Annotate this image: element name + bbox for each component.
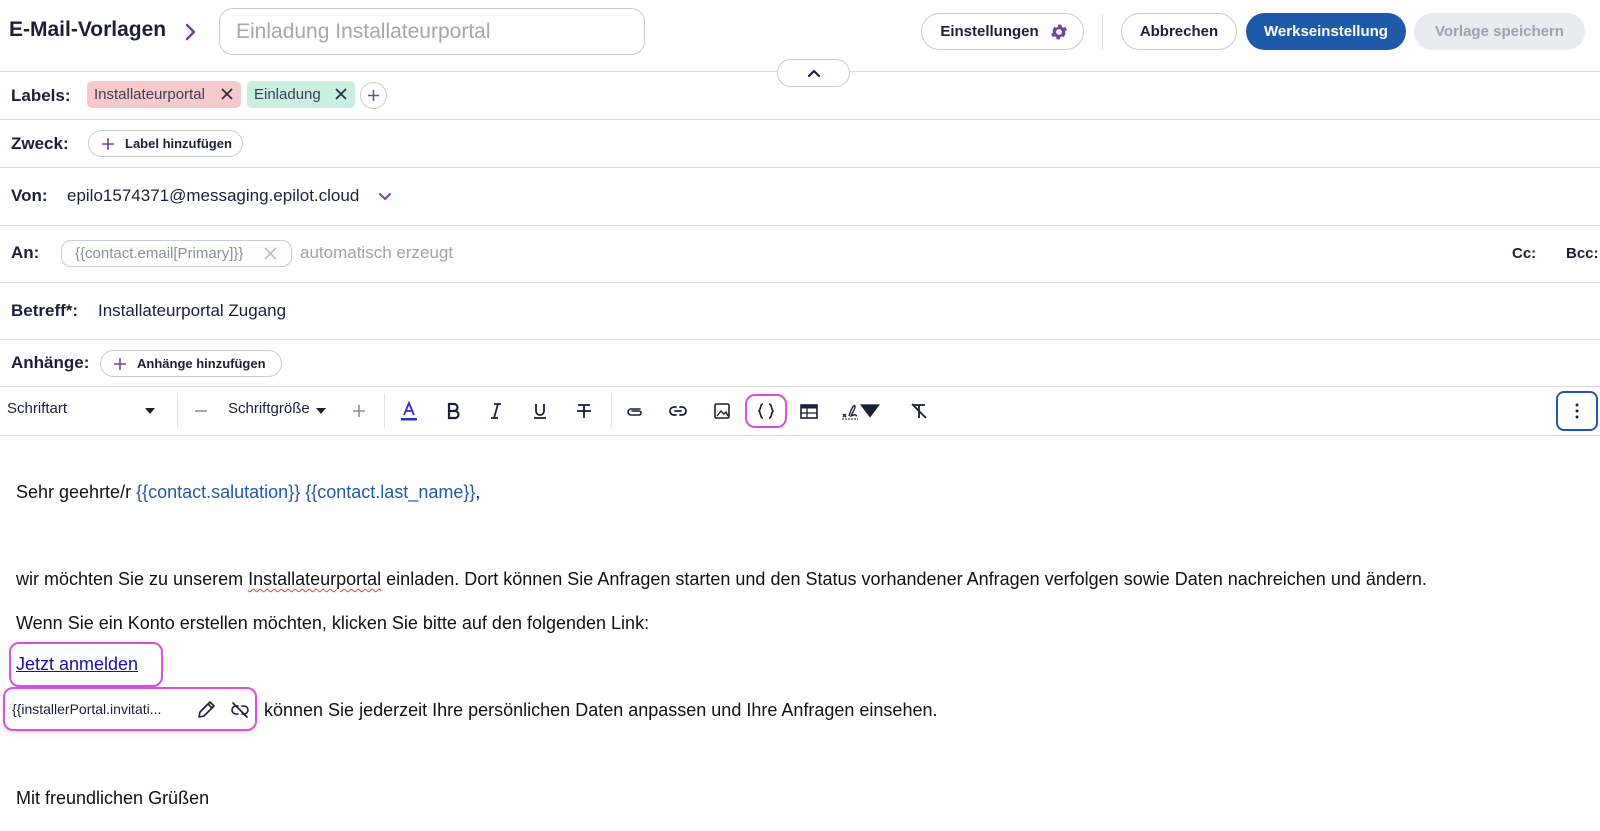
bcc-toggle[interactable]: Bcc: <box>1566 245 1599 262</box>
minus-icon <box>195 410 207 412</box>
add-attachment-text: Anhänge hinzufügen <box>137 356 266 371</box>
plus-icon <box>114 358 126 370</box>
underline-icon <box>534 404 546 419</box>
more-options-button[interactable] <box>1556 391 1598 431</box>
collapse-header-button[interactable] <box>777 59 850 87</box>
signature-button[interactable] <box>838 396 882 426</box>
recipient-chip: {{contact.email[Primary]}} <box>61 240 292 267</box>
link-icon <box>669 406 687 416</box>
signup-link[interactable]: Jetzt anmelden <box>16 654 138 675</box>
subject-input[interactable]: Installateurportal Zugang <box>98 301 286 321</box>
cc-toggle[interactable]: Cc: <box>1512 245 1536 262</box>
clear-format-icon <box>911 403 927 419</box>
font-size-label: Schriftgröße <box>228 400 310 417</box>
more-vertical-icon <box>1575 403 1579 419</box>
labels-label: Labels: <box>11 86 71 105</box>
insert-variable-button[interactable] <box>745 394 787 428</box>
template-name-input[interactable] <box>219 8 645 55</box>
paragraph-1-end: einladen. Dort können Sie Anfragen start… <box>381 569 1427 589</box>
paragraph-2[interactable]: Wenn Sie ein Konto erstellen möchten, kl… <box>16 613 649 634</box>
add-label-button[interactable] <box>360 82 387 109</box>
attachments-label: Anhänge: <box>11 353 90 372</box>
label-chip-installateurportal: Installateurportal <box>87 81 241 108</box>
recipient-chip-label: {{contact.email[Primary]}} <box>75 245 244 262</box>
from-label: Von: <box>11 186 48 205</box>
image-icon <box>714 403 730 419</box>
cancel-button[interactable]: Abbrechen <box>1121 13 1237 50</box>
insert-link-button[interactable] <box>662 396 694 426</box>
greeting-line[interactable]: Sehr geehrte/r {{contact.salutation}} {{… <box>16 482 480 503</box>
bold-button[interactable] <box>437 396 469 426</box>
greeting-suffix: , <box>475 482 481 502</box>
factory-default-button[interactable]: Werkseinstellung <box>1246 13 1406 50</box>
table-icon <box>800 404 818 419</box>
strikethrough-icon <box>577 404 591 418</box>
recipient-hint[interactable]: automatisch erzeugt <box>300 243 453 263</box>
chip-label: Einladung <box>254 86 321 103</box>
strikethrough-button[interactable] <box>568 396 600 426</box>
add-purpose-label-button[interactable]: Label hinzufügen <box>88 130 243 157</box>
toolbar-divider <box>384 394 385 428</box>
bold-icon <box>447 402 460 420</box>
caret-down-icon <box>860 404 880 418</box>
insert-image-button[interactable] <box>706 396 738 426</box>
font-family-select[interactable]: Schriftart <box>7 400 67 417</box>
insert-table-button[interactable] <box>793 396 825 426</box>
settings-button[interactable]: Einstellungen <box>921 13 1084 50</box>
caret-down-icon <box>145 408 155 414</box>
caret-down-icon <box>316 408 326 414</box>
add-attachment-button[interactable]: Anhänge hinzufügen <box>100 350 282 377</box>
increase-font-size-button[interactable] <box>343 396 375 426</box>
italic-button[interactable] <box>480 396 512 426</box>
paragraph-1[interactable]: wir möchten Sie zu unserem Installateurp… <box>16 569 1427 590</box>
label-chip-einladung: Einladung <box>247 81 355 108</box>
paragraph-1-start: wir möchten Sie zu unserem <box>16 569 249 589</box>
chip-label: Installateurportal <box>94 86 205 103</box>
add-purpose-label-text: Label hinzufügen <box>125 136 232 151</box>
chevron-down-icon[interactable] <box>378 192 392 202</box>
gear-icon <box>1051 24 1067 40</box>
greeting-prefix: Sehr geehrte/r <box>16 482 137 502</box>
purpose-label: Zweck: <box>11 134 69 153</box>
salutation-variable[interactable]: {{contact.salutation}} <box>136 482 300 502</box>
save-template-button[interactable]: Vorlage speichern <box>1414 13 1585 50</box>
toolbar-divider <box>611 394 612 428</box>
plus-icon <box>353 405 365 417</box>
decrease-font-size-button[interactable] <box>185 396 217 426</box>
close-icon[interactable] <box>264 247 277 260</box>
editor-toolbar: Schriftart Schriftgröße <box>0 386 1600 436</box>
paragraph-3[interactable]: können Sie jederzeit Ihre persönlichen D… <box>264 700 937 721</box>
pencil-icon[interactable] <box>195 699 217 721</box>
font-size-select[interactable]: Schriftgröße <box>228 400 310 417</box>
close-icon[interactable] <box>335 88 347 100</box>
plus-icon <box>102 138 114 150</box>
link-url[interactable]: {{installerPortal.invitati... <box>12 701 161 717</box>
settings-label: Einstellungen <box>940 23 1039 40</box>
misspelled-word: Installateurportal <box>248 569 382 589</box>
curly-braces-icon <box>757 403 775 419</box>
link-popup: {{installerPortal.invitati... <box>3 687 257 731</box>
page-title: E-Mail-Vorlagen <box>9 18 167 41</box>
text-color-icon <box>401 401 417 421</box>
unlink-icon[interactable] <box>229 699 251 721</box>
plus-icon <box>368 90 379 101</box>
toolbar-divider <box>177 394 178 428</box>
chevron-right-icon <box>185 23 196 41</box>
close-icon[interactable] <box>221 88 233 100</box>
header-divider <box>1102 14 1103 50</box>
italic-icon <box>491 403 501 419</box>
underline-button[interactable] <box>524 396 556 426</box>
from-address[interactable]: epilo1574371@messaging.epilot.cloud <box>67 186 359 206</box>
text-color-button[interactable] <box>393 396 425 426</box>
font-family-label: Schriftart <box>7 400 68 417</box>
signature-icon <box>842 404 858 420</box>
chevron-up-icon <box>807 70 820 77</box>
subject-label: Betreff*: <box>11 301 79 320</box>
to-label: An: <box>11 243 40 262</box>
attachment-button[interactable] <box>618 396 650 426</box>
closing-line[interactable]: Mit freundlichen Grüßen <box>16 788 209 809</box>
lastname-variable[interactable]: {{contact.last_name}} <box>305 482 475 502</box>
paperclip-icon <box>627 408 642 416</box>
clear-formatting-button[interactable] <box>903 396 935 426</box>
